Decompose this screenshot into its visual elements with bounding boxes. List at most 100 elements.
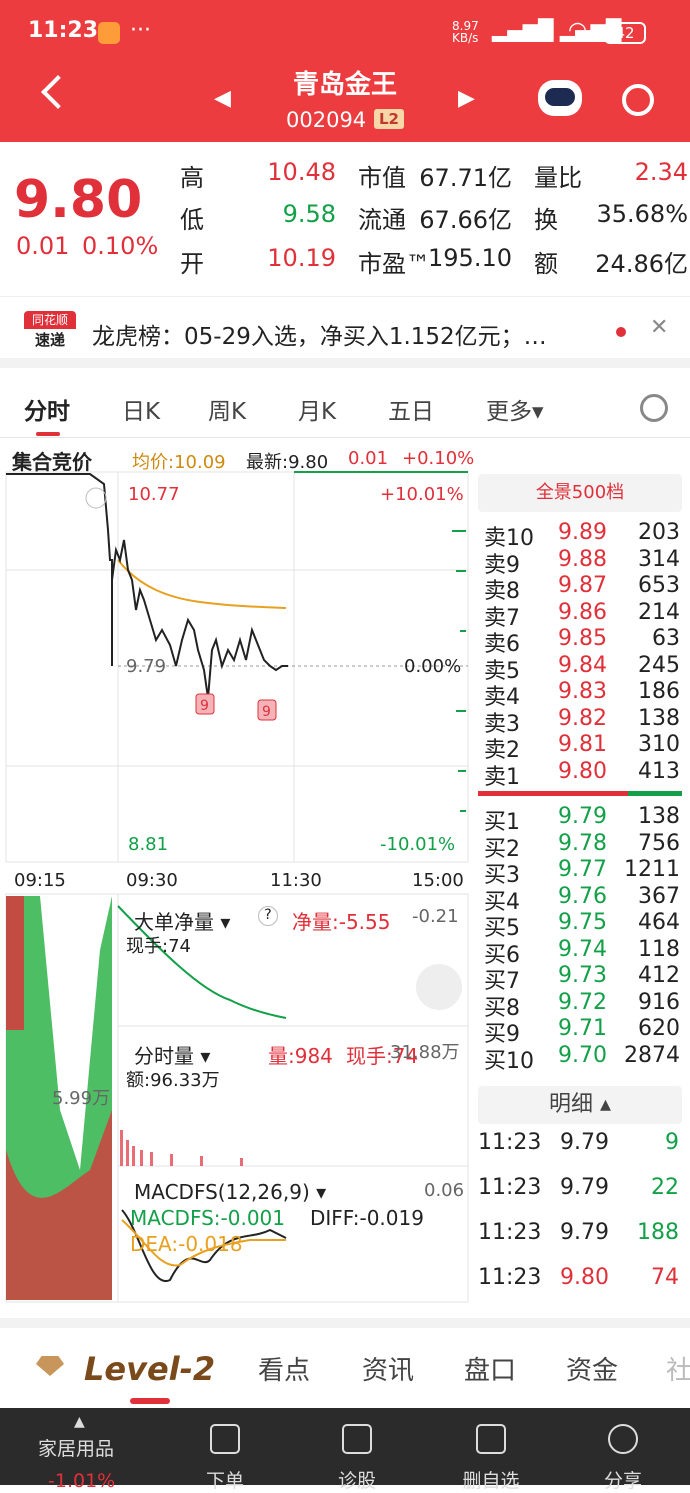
- trade-price: 9.79: [560, 1220, 609, 1245]
- remove-watchlist-button[interactable]: 删自选: [441, 1466, 541, 1493]
- bid-row[interactable]: 买5 9.75 464: [474, 910, 686, 941]
- search-icon[interactable]: [622, 84, 654, 116]
- news-text[interactable]: 龙虎榜：05-29入选，净买入1.152亿元；…: [92, 317, 547, 351]
- ask-price: 9.80: [558, 758, 607, 784]
- bid-row[interactable]: 买9 9.71 620: [474, 1016, 686, 1047]
- quote-label-0-3: 量比: [534, 164, 582, 192]
- bid-row[interactable]: 买4 9.76 367: [474, 884, 686, 915]
- bid-row[interactable]: 买3 9.77 1211: [474, 857, 686, 888]
- l2-badge: L2: [374, 109, 404, 129]
- ask-row[interactable]: 卖2 9.81 310: [474, 732, 686, 763]
- ask-row[interactable]: 卖10 9.89 203: [474, 520, 686, 551]
- share-icon[interactable]: [608, 1424, 638, 1454]
- order-icon[interactable]: [210, 1424, 240, 1454]
- trade-price: 9.79: [560, 1175, 609, 1200]
- ask-price: 9.88: [558, 546, 607, 572]
- tab-handicap[interactable]: 盘口: [464, 1350, 516, 1387]
- bottom-tab-indicator: [130, 1398, 170, 1404]
- bottom-toolbar: ▲ 家居用品 -1.01% 下单 诊股 删自选 分享: [0, 1408, 690, 1492]
- tab-intraday[interactable]: 分时: [24, 392, 70, 426]
- bottom-tabs: Level-2 看点 资讯 盘口 资金 社: [0, 1318, 690, 1408]
- macd-selector[interactable]: MACDFS(12,26,9) ▾: [134, 1180, 326, 1204]
- time-label-1130: 11:30: [270, 870, 322, 891]
- pct-up-label: +10.01%: [380, 484, 464, 505]
- left-volume-label: 5.99万: [52, 1088, 111, 1109]
- tab-week-k[interactable]: 周K: [208, 392, 246, 426]
- ask-price: 9.82: [558, 705, 607, 731]
- ask-volume: 314: [638, 546, 680, 572]
- ask-bid-ratio-green: [628, 791, 682, 796]
- tab-news[interactable]: 资讯: [362, 1350, 414, 1387]
- trade-row: 11:23 9.80 74: [478, 1265, 683, 1305]
- bid-row[interactable]: 买2 9.78 756: [474, 831, 686, 862]
- price-change-pct: 0.10%: [82, 232, 159, 260]
- trade-row: 11:23 9.79 9: [478, 1130, 683, 1170]
- ask-row[interactable]: 卖6 9.85 63: [474, 626, 686, 657]
- bid-row[interactable]: 买7 9.73 412: [474, 963, 686, 994]
- ask-volume: 310: [638, 732, 680, 757]
- ask-volume: 63: [652, 626, 680, 651]
- help-icon-2[interactable]: ?: [258, 906, 278, 926]
- quote-value-0-3: 2.34: [634, 158, 688, 186]
- diagnose-icon[interactable]: [342, 1424, 372, 1454]
- ask-price: 9.86: [558, 599, 607, 625]
- close-icon[interactable]: ✕: [650, 315, 668, 340]
- ask-row[interactable]: 卖8 9.87 653: [474, 573, 686, 604]
- tab-level2[interactable]: Level-2: [84, 1350, 215, 1388]
- tab-five-day[interactable]: 五日: [388, 392, 434, 426]
- expand-icon[interactable]: [416, 964, 462, 1010]
- detail-header[interactable]: 明细 ▴: [478, 1086, 682, 1124]
- tab-month-k[interactable]: 月K: [298, 392, 336, 426]
- full-depth-button[interactable]: 全景500档: [478, 474, 682, 512]
- notification-icon: [98, 22, 120, 44]
- bid-row[interactable]: 买1 9.79 138: [474, 804, 686, 835]
- ask-row[interactable]: 卖9 9.88 314: [474, 546, 686, 578]
- big-order-selector[interactable]: 大单净量 ▾: [134, 906, 230, 935]
- bid-price: 9.73: [558, 963, 607, 988]
- ask-price: 9.85: [558, 626, 607, 651]
- volume-bars: [120, 1130, 243, 1166]
- help-icon: [85, 487, 107, 509]
- bid-row[interactable]: 买6 9.74 118: [474, 937, 686, 968]
- volume-turnover: 额:96.33万: [126, 1070, 220, 1091]
- network-speed: 8.97 KB/s: [452, 19, 479, 45]
- ask-row[interactable]: 卖7 9.86 214: [474, 599, 686, 631]
- sector-name[interactable]: 家居用品: [38, 1434, 114, 1461]
- sector-pct: -1.01%: [48, 1470, 116, 1492]
- order-button[interactable]: 下单: [175, 1466, 275, 1493]
- ask-row[interactable]: 卖4 9.83 186: [474, 679, 686, 710]
- volume-selector[interactable]: 分时量 ▾: [134, 1040, 210, 1069]
- bid-price: 9.70: [558, 1042, 607, 1068]
- ask-volume: 138: [638, 705, 680, 731]
- remove-watchlist-icon[interactable]: [476, 1424, 506, 1454]
- tab-highlights[interactable]: 看点: [258, 1350, 310, 1387]
- share-button[interactable]: 分享: [573, 1466, 673, 1493]
- bid-volume: 1211: [624, 857, 680, 882]
- stock-code: 002094: [286, 108, 367, 132]
- stock-name: 青岛金王: [292, 70, 397, 100]
- ask-row[interactable]: 卖3 9.82 138: [474, 705, 686, 737]
- tab-funds[interactable]: 资金: [566, 1350, 618, 1387]
- settings-gear-icon[interactable]: [640, 394, 668, 422]
- trade-price: 9.80: [560, 1265, 609, 1290]
- ask-volume: 214: [638, 599, 680, 625]
- trade-volume: 22: [651, 1175, 679, 1200]
- pct-down-label: -10.01%: [380, 834, 456, 855]
- robot-assistant-icon[interactable]: [538, 80, 582, 116]
- tab-community[interactable]: 社: [666, 1350, 690, 1387]
- ask-row[interactable]: 卖1 9.80 413: [474, 758, 686, 790]
- tab-day-k[interactable]: 日K: [122, 392, 160, 426]
- quote-value-2-2: 195.10: [428, 244, 512, 272]
- tab-more[interactable]: 更多▾: [486, 392, 544, 426]
- bid-row[interactable]: 买10 9.70 2874: [474, 1042, 686, 1074]
- bid-row[interactable]: 买8 9.72 916: [474, 990, 686, 1021]
- quote-label-0-2: 市值: [358, 164, 406, 192]
- ask-row[interactable]: 卖5 9.84 245: [474, 653, 686, 684]
- next-stock-icon[interactable]: ▶: [458, 86, 475, 111]
- battery-icon: 42: [604, 22, 646, 44]
- quote-label-2-3: 额: [534, 250, 558, 278]
- news-bar[interactable]: 同花顺 速递 龙虎榜：05-29入选，净买入1.152亿元；… ✕: [0, 296, 690, 368]
- quote-value-2-1: 10.19: [267, 244, 336, 272]
- diagnose-button[interactable]: 诊股: [307, 1466, 407, 1493]
- ask-price: 9.87: [558, 573, 607, 598]
